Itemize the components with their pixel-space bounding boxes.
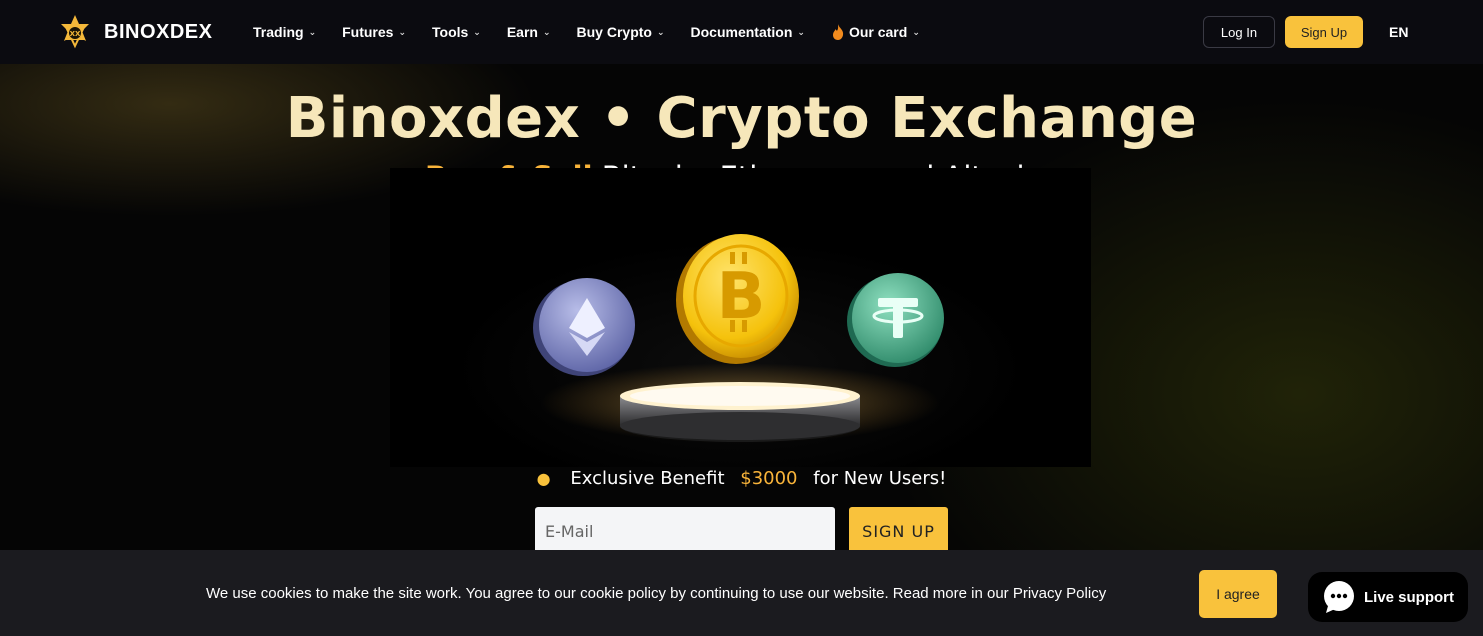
login-button[interactable]: Log In bbox=[1203, 16, 1275, 48]
live-support-label: Live support bbox=[1364, 588, 1455, 606]
benefit-amount: $3000 bbox=[740, 468, 798, 489]
nav-item-documentation[interactable]: Documentation ⌄ bbox=[691, 24, 805, 40]
brand-name: BINOXDEX bbox=[104, 20, 213, 43]
fire-icon bbox=[832, 24, 844, 40]
cookie-banner: We use cookies to make the site work. Yo… bbox=[0, 550, 1483, 636]
hero-signup-button[interactable]: SIGN UP bbox=[849, 507, 948, 550]
coin-illustration: B bbox=[390, 168, 1091, 467]
chevron-down-icon: ⌄ bbox=[797, 26, 805, 37]
nav-item-label: Our card bbox=[848, 24, 908, 40]
chevron-down-icon: ⌄ bbox=[542, 26, 551, 37]
benefit-prefix: Exclusive Benefit bbox=[570, 468, 725, 489]
coins-podium-illustration: B bbox=[533, 234, 944, 443]
live-support-button[interactable]: Live support bbox=[1308, 572, 1468, 622]
email-field[interactable] bbox=[535, 507, 835, 550]
brand-logo[interactable]: XX BINOXDEX bbox=[58, 14, 212, 50]
nav-item-label: Futures bbox=[342, 24, 394, 40]
nav-item-our-card[interactable]: Our card ⌄ bbox=[831, 24, 920, 40]
hero-title: Binoxdex • Crypto Exchange bbox=[285, 86, 1198, 151]
bitcoin-coin-icon: B bbox=[676, 234, 799, 364]
svg-text:XX: XX bbox=[70, 30, 81, 38]
chevron-down-icon: ⌄ bbox=[398, 26, 406, 37]
chat-bubble-icon bbox=[1324, 581, 1354, 613]
signup-button[interactable]: Sign Up bbox=[1285, 16, 1363, 48]
hero-section: Binoxdex • Crypto Exchange Buy & Sell Bi… bbox=[0, 64, 1483, 550]
cookie-agree-button[interactable]: I agree bbox=[1199, 570, 1277, 618]
nav-item-buy-crypto[interactable]: Buy Crypto ⌄ bbox=[577, 24, 665, 40]
chevron-down-icon: ⌄ bbox=[656, 26, 665, 37]
nav-item-label: Buy Crypto bbox=[576, 24, 652, 40]
top-navbar: XX BINOXDEX Trading ⌄ Futures ⌄ Tools ⌄ … bbox=[0, 0, 1483, 64]
nav-item-label: Documentation bbox=[690, 24, 793, 40]
gift-icon: ● bbox=[536, 469, 551, 488]
chevron-down-icon: ⌄ bbox=[308, 26, 317, 37]
nav-item-label: Trading bbox=[253, 24, 304, 40]
tether-coin-icon bbox=[847, 273, 944, 367]
cookie-notice-text: We use cookies to make the site work. Yo… bbox=[206, 585, 1107, 602]
svg-text:B: B bbox=[717, 260, 766, 334]
ethereum-coin-icon bbox=[533, 278, 635, 376]
benefit-suffix: for New Users! bbox=[813, 468, 947, 489]
nav-item-tools[interactable]: Tools ⌄ bbox=[432, 24, 481, 40]
chevron-down-icon: ⌄ bbox=[912, 26, 920, 37]
binoxdex-logo-icon: XX bbox=[61, 15, 89, 49]
new-user-benefit: ● Exclusive Benefit $3000 for New Users! bbox=[0, 468, 1483, 489]
main-nav: Trading ⌄ Futures ⌄ Tools ⌄ Earn ⌄ Buy C… bbox=[253, 0, 946, 64]
nav-item-trading[interactable]: Trading ⌄ bbox=[253, 24, 316, 40]
nav-item-label: Earn bbox=[506, 24, 538, 40]
language-selector[interactable]: EN bbox=[1389, 24, 1408, 40]
nav-item-futures[interactable]: Futures ⌄ bbox=[342, 24, 406, 40]
nav-item-earn[interactable]: Earn ⌄ bbox=[507, 24, 551, 40]
nav-item-label: Tools bbox=[432, 24, 469, 40]
chevron-down-icon: ⌄ bbox=[473, 26, 481, 37]
